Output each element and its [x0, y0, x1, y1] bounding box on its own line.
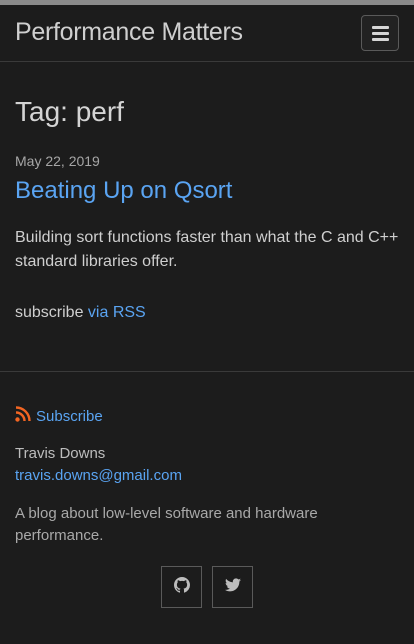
site-title[interactable]: Performance Matters: [15, 18, 243, 47]
rss-icon: [15, 406, 31, 427]
author-name: Travis Downs: [15, 445, 106, 462]
post-excerpt: Building sort functions faster than what…: [15, 229, 399, 270]
github-icon: [173, 576, 190, 598]
menu-toggle-button[interactable]: [361, 15, 399, 51]
twitter-icon: [224, 577, 241, 597]
github-button[interactable]: [161, 566, 202, 608]
subscribe-line: subscribe via RSS: [15, 304, 146, 322]
site-header: Performance Matters: [0, 5, 414, 62]
subscribe-prefix: subscribe: [15, 304, 88, 321]
footer-subscribe-link[interactable]: Subscribe: [36, 408, 103, 425]
blog-description: A blog about low-level software and hard…: [15, 505, 318, 544]
post-title-link[interactable]: Beating Up on Qsort: [15, 177, 232, 205]
post-date: May 22, 2019: [15, 153, 100, 169]
footer-divider: [0, 371, 414, 372]
page-title: Tag: perf: [15, 96, 124, 127]
rss-link[interactable]: via RSS: [88, 304, 146, 321]
footer-subscribe: Subscribe: [15, 406, 103, 427]
twitter-button[interactable]: [212, 566, 253, 608]
author-email-link[interactable]: travis.downs@gmail.com: [15, 467, 182, 484]
